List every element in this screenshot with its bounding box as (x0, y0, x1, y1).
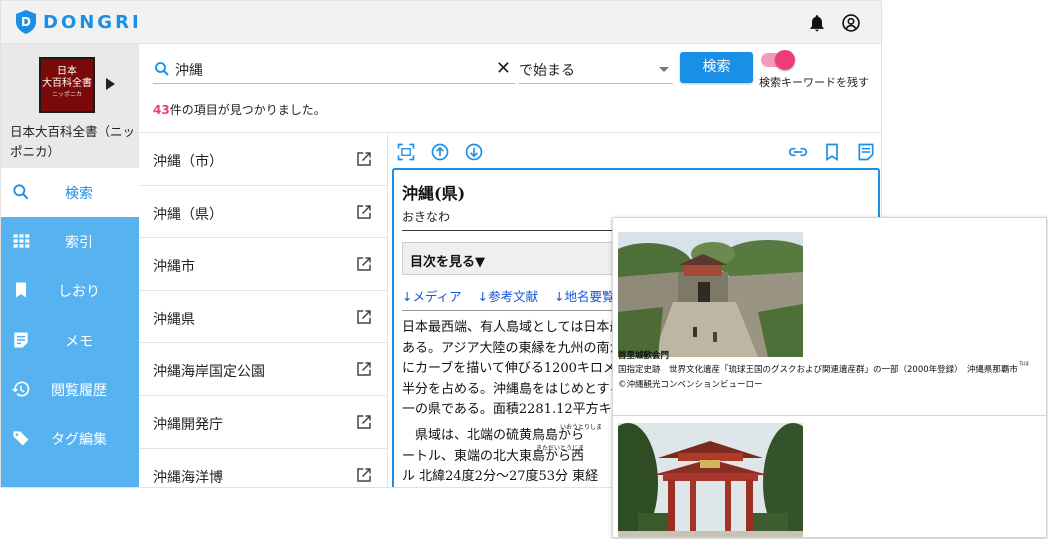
article-reading: おきなわ (402, 210, 451, 224)
nav-item-bookmarks[interactable]: しおり (1, 266, 139, 315)
list-item[interactable]: 沖縄市 (139, 238, 387, 291)
history-icon (11, 381, 30, 397)
open-external-icon[interactable] (355, 466, 373, 484)
nav-label: 索引 (65, 235, 93, 251)
list-item[interactable]: 沖縄海洋博 (139, 449, 387, 487)
ruby-text: きただいとうじま (536, 445, 585, 452)
keep-keyword-toggle[interactable] (761, 50, 795, 70)
book-selector[interactable]: 日本 大百科全書 ニッポニカ 日本大百科全書（ニッポニカ） (1, 44, 139, 168)
caption-description: 国指定史跡 世界文化遺産「琉球王国のグスクおよび関連遺産群」の一部（2000年登… (618, 365, 1018, 375)
caption-ruby: なは (1019, 361, 1030, 367)
search-icon (13, 184, 29, 200)
memo-icon (14, 332, 28, 348)
result-count-text: 件の項目が見つかりました。 (169, 103, 326, 117)
list-item[interactable]: 沖縄県 (139, 291, 387, 344)
search-input[interactable]: 沖縄 ✕ (153, 56, 515, 84)
open-external-icon[interactable] (355, 413, 373, 431)
match-mode-select[interactable]: で始まる (519, 56, 673, 84)
nav-item-history[interactable]: 閲覧履歴 (1, 365, 139, 414)
nav-label: タグ編集 (51, 432, 107, 448)
caption-title: 首里城歓会門 (618, 351, 670, 361)
result-list: 沖縄（市） 沖縄（県） 沖縄市 沖縄県 沖縄海岸国定公園 沖縄開発庁 沖縄海洋博 (139, 132, 387, 487)
account-circle-icon[interactable] (841, 13, 861, 33)
grid-icon (13, 234, 30, 248)
nav-item-search[interactable]: 検索 (1, 168, 139, 217)
fit-screen-icon[interactable] (396, 142, 416, 162)
open-external-icon[interactable] (355, 360, 373, 378)
result-count: 43件の項目が見つかりました。 (153, 101, 326, 118)
arrow-down-circle-icon[interactable] (464, 142, 484, 162)
bookmark-icon (16, 282, 26, 298)
nav-label: しおり (58, 284, 100, 300)
link-placenames[interactable]: ↓地名要覧 (554, 289, 614, 304)
section-links: ↓メディア ↓参考文献 ↓地名要覧 (402, 286, 627, 305)
search-bar: 沖縄 ✕ で始まる 検索 検索キーワードを残す 43件の項目が見つかりました。 (139, 44, 881, 132)
nav-item-tag-edit[interactable]: タグ編集 (1, 414, 139, 463)
svg-text:D: D (21, 15, 31, 29)
keep-keyword-label: 検索キーワードを残す (759, 76, 869, 89)
link-media[interactable]: ↓メディア (402, 289, 462, 304)
nav-item-index[interactable]: 索引 (1, 217, 139, 266)
search-value: 沖縄 (175, 63, 203, 79)
nav-item-memo[interactable]: メモ (1, 316, 139, 365)
list-item[interactable]: 沖縄海岸国定公園 (139, 343, 387, 396)
chevron-down-icon (659, 67, 669, 72)
photo-image (618, 232, 803, 357)
photo-image (618, 423, 803, 537)
match-mode-value: で始まる (519, 63, 575, 79)
divider (613, 415, 1046, 416)
caption-credit: ©沖縄観光コンベンションビューロー (618, 380, 763, 390)
result-count-number: 43 (153, 103, 170, 117)
list-item-label: 沖縄海岸国定公園 (153, 364, 265, 381)
logo-shield-icon: D (16, 10, 36, 34)
tag-icon (13, 431, 29, 446)
toc-label: 目次を見る▼ (410, 255, 485, 270)
memo-outline-icon[interactable] (856, 142, 876, 162)
book-cover-line1: 日本 (57, 66, 77, 77)
list-item[interactable]: 沖縄（県） (139, 186, 387, 239)
list-item-label: 沖縄（県） (153, 206, 223, 223)
play-arrow-icon[interactable] (106, 78, 115, 90)
list-item-label: 沖縄市 (153, 259, 195, 276)
open-external-icon[interactable] (355, 203, 373, 221)
clear-icon[interactable]: ✕ (496, 58, 511, 79)
list-item-label: 沖縄開発庁 (153, 417, 223, 433)
book-cover: 日本 大百科全書 ニッポニカ (39, 57, 95, 113)
photo-shurijo-kankaimon[interactable] (618, 232, 803, 357)
open-external-icon[interactable] (355, 308, 373, 326)
sidebar: 日本 大百科全書 ニッポニカ 日本大百科全書（ニッポニカ） 検索 索引 しおり … (1, 44, 139, 487)
book-cover-line2: 大百科全書 (42, 78, 92, 89)
bookmark-outline-icon[interactable] (822, 142, 842, 162)
toggle-knob (775, 50, 795, 70)
logo-text: DONGRI (43, 11, 142, 33)
nav-label: メモ (65, 334, 93, 350)
bell-icon[interactable] (807, 13, 827, 33)
book-cover-line3: ニッポニカ (51, 91, 82, 98)
list-item-label: 沖縄（市） (153, 154, 223, 170)
list-item[interactable]: 沖縄開発庁 (139, 396, 387, 449)
link-icon[interactable] (788, 142, 808, 162)
book-title: 日本大百科全書（ニッポニカ） (10, 124, 136, 159)
media-panel: 首里城歓会門 国指定史跡 世界文化遺産「琉球王国のグスクおよび関連遺産群」の一部… (612, 217, 1047, 538)
link-references[interactable]: ↓参考文献 (478, 289, 538, 304)
app-header: D DONGRI (1, 1, 881, 44)
search-button[interactable]: 検索 (680, 52, 753, 83)
list-item[interactable]: 沖縄（市） (139, 133, 387, 186)
photo-shureimon[interactable] (618, 423, 803, 537)
list-item-label: 沖縄海洋博 (153, 469, 223, 486)
nav-label: 閲覧履歴 (51, 383, 107, 399)
open-external-icon[interactable] (355, 150, 373, 168)
article-title: 沖縄(県) (402, 184, 466, 203)
logo[interactable]: D DONGRI (15, 9, 142, 35)
search-icon (155, 62, 169, 76)
ruby-text: いおうとりしま (560, 424, 603, 431)
open-external-icon[interactable] (355, 255, 373, 273)
nav-label: 検索 (65, 186, 93, 202)
arrow-up-circle-icon[interactable] (430, 142, 450, 162)
list-item-label: 沖縄県 (153, 311, 195, 328)
